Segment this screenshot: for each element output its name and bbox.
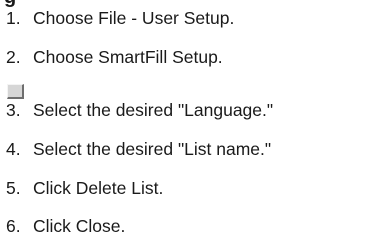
step-number: 5. [6,178,21,198]
step-5: 5. Click Delete List. [6,177,163,199]
step-text: Choose File - User Setup. [33,8,235,28]
step-2: 2. Choose SmartFill Setup. [6,46,223,68]
step-text: Select the desired "Language." [33,100,274,120]
step-4: 4. Select the desired "List name." [6,138,271,160]
step-number: 3. [6,100,21,120]
heading-fragment: g [4,0,16,7]
step-text: Click Delete List. [33,178,164,198]
step-number: 4. [6,139,21,159]
step-1: 1. Choose File - User Setup. [6,7,234,29]
step-text: Select the desired "List name." [33,139,272,159]
broken-image-icon [7,84,24,99]
step-number: 6. [6,216,21,236]
step-number: 1. [6,8,21,28]
step-3: 3. Select the desired "Language." [6,99,273,121]
step-text: Choose SmartFill Setup. [33,47,223,67]
step-number: 2. [6,47,21,67]
step-text: Click Close. [33,216,126,236]
step-6: 6. Click Close. [6,215,125,237]
